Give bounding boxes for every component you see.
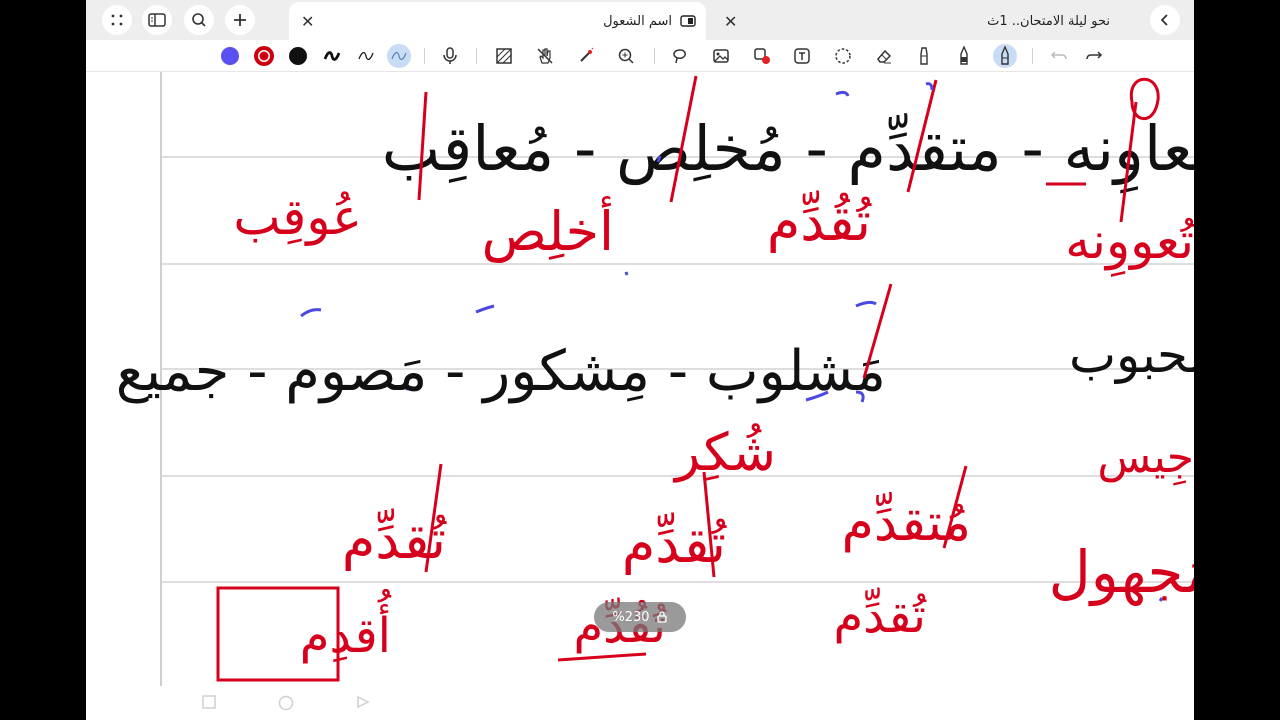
zoom-button[interactable] bbox=[614, 44, 638, 68]
black-line-1: معاوِنه - متقدِّم - مُخلِص - مُعاقِب bbox=[382, 112, 1194, 194]
undo-button[interactable] bbox=[1047, 44, 1071, 68]
red-word: عُوقِب bbox=[233, 188, 362, 246]
app-window: ✕ اسم الشعول ✕ نحو ليلة الامتحان.. 1ث مع… bbox=[86, 0, 1194, 720]
shapes-tool-button[interactable] bbox=[750, 44, 774, 68]
color-swatch-icon bbox=[221, 47, 239, 65]
back-triangle-icon[interactable] bbox=[356, 695, 370, 709]
red-word: أُقدِم bbox=[300, 589, 392, 664]
lasso-icon bbox=[673, 49, 686, 64]
black-line-2: مَشلوب - مِشكور - مَصوم - جميع bbox=[116, 339, 886, 404]
grid-dots-icon bbox=[111, 14, 123, 26]
page-background-button[interactable] bbox=[492, 44, 516, 68]
red-word: شُكِر bbox=[672, 423, 776, 483]
red-word: تُقدِّم bbox=[833, 588, 926, 644]
note-canvas[interactable]: معاوِنه - متقدِّم - مُخلِص - مُعاقِب تُع… bbox=[86, 72, 1194, 686]
red-word: أخلِص bbox=[482, 196, 614, 263]
red-word: تُعووِنه bbox=[1065, 212, 1194, 277]
selection-tool-button[interactable] bbox=[831, 44, 855, 68]
recent-apps-icon[interactable] bbox=[202, 695, 216, 709]
system-nav-bar bbox=[86, 686, 1194, 720]
text-box-icon bbox=[794, 48, 810, 64]
tab-title: نحو ليلة الامتحان.. 1ث bbox=[987, 13, 1110, 29]
black-line-3: محبوب bbox=[1069, 326, 1194, 384]
stroke-icon bbox=[391, 52, 407, 60]
toolbar-divider bbox=[476, 48, 477, 64]
red-word: تُقُدِّم bbox=[767, 190, 872, 253]
color-swatch-icon bbox=[289, 47, 307, 65]
plus-icon bbox=[234, 14, 246, 26]
highlighter-button[interactable] bbox=[912, 44, 936, 68]
toolbar-divider bbox=[1032, 48, 1033, 64]
hand-off-icon bbox=[537, 48, 553, 64]
red-underline bbox=[557, 652, 647, 662]
record-audio-button[interactable] bbox=[438, 44, 462, 68]
close-tab-icon[interactable]: ✕ bbox=[724, 12, 737, 31]
zoom-indicator[interactable]: %230 bbox=[594, 602, 686, 632]
eraser-icon bbox=[877, 49, 892, 64]
search-button[interactable] bbox=[184, 5, 214, 35]
laser-pointer-icon bbox=[580, 47, 594, 62]
text-tool-button[interactable] bbox=[790, 44, 814, 68]
red-word: مَجهول bbox=[1049, 538, 1194, 607]
tab-active-document[interactable]: ✕ اسم الشعول bbox=[289, 2, 706, 40]
dashed-circle-icon bbox=[835, 48, 851, 64]
drawing-toolbar bbox=[86, 40, 1194, 72]
notebook-icon bbox=[680, 15, 696, 27]
pencil-button[interactable] bbox=[952, 44, 976, 68]
toolbar-divider bbox=[424, 48, 425, 64]
redo-button[interactable] bbox=[1082, 44, 1106, 68]
sidebar-icon bbox=[148, 13, 166, 27]
toolbar-divider bbox=[654, 48, 655, 64]
highlighter-icon bbox=[920, 47, 928, 65]
lock-icon bbox=[656, 611, 667, 623]
stroke-highlight-button[interactable] bbox=[387, 44, 411, 68]
home-icon[interactable] bbox=[278, 695, 294, 711]
pen-color-purple[interactable] bbox=[218, 44, 242, 68]
new-tab-button[interactable] bbox=[225, 5, 255, 35]
pen-button[interactable] bbox=[993, 44, 1017, 68]
insert-image-button[interactable] bbox=[709, 44, 733, 68]
zoom-in-icon bbox=[618, 48, 634, 64]
pen-color-red[interactable] bbox=[252, 44, 276, 68]
eraser-button[interactable] bbox=[872, 44, 896, 68]
microphone-icon bbox=[443, 47, 457, 64]
close-tab-icon[interactable]: ✕ bbox=[301, 12, 314, 31]
grid-menu-button[interactable] bbox=[102, 5, 132, 35]
pencil-icon bbox=[960, 46, 968, 65]
tab-title: اسم الشعول bbox=[603, 13, 672, 29]
fountain-pen-icon bbox=[1001, 46, 1009, 65]
hatched-square-icon bbox=[496, 48, 512, 64]
lasso-tool-button[interactable] bbox=[668, 44, 692, 68]
stroke-thin-icon bbox=[358, 52, 374, 60]
note-page[interactable]: معاوِنه - متقدِّم - مُخلِص - مُعاقِب تُع… bbox=[86, 72, 1194, 686]
color-swatch-selected-icon bbox=[254, 46, 274, 66]
back-button[interactable] bbox=[1150, 5, 1180, 35]
hand-draw-toggle-button[interactable] bbox=[533, 44, 557, 68]
undo-icon bbox=[1050, 51, 1067, 60]
red-word: جِيس bbox=[1097, 432, 1194, 487]
laser-pointer-button[interactable] bbox=[574, 44, 598, 68]
search-icon bbox=[192, 13, 206, 27]
stroke-thin-button[interactable] bbox=[354, 44, 378, 68]
stroke-thick-button[interactable] bbox=[320, 44, 344, 68]
image-icon bbox=[713, 49, 729, 63]
redo-icon bbox=[1086, 51, 1103, 60]
chevron-left-icon bbox=[1160, 14, 1168, 26]
stroke-thick-icon bbox=[323, 51, 341, 61]
tab-other-document[interactable]: ✕ نحو ليلة الامتحان.. 1ث bbox=[706, 2, 1166, 40]
sidebar-toggle-button[interactable] bbox=[142, 5, 172, 35]
pen-color-black[interactable] bbox=[286, 44, 310, 68]
shapes-icon bbox=[754, 48, 770, 64]
zoom-label: %230 bbox=[612, 609, 650, 625]
tab-bar: ✕ اسم الشعول ✕ نحو ليلة الامتحان.. 1ث bbox=[86, 0, 1194, 40]
